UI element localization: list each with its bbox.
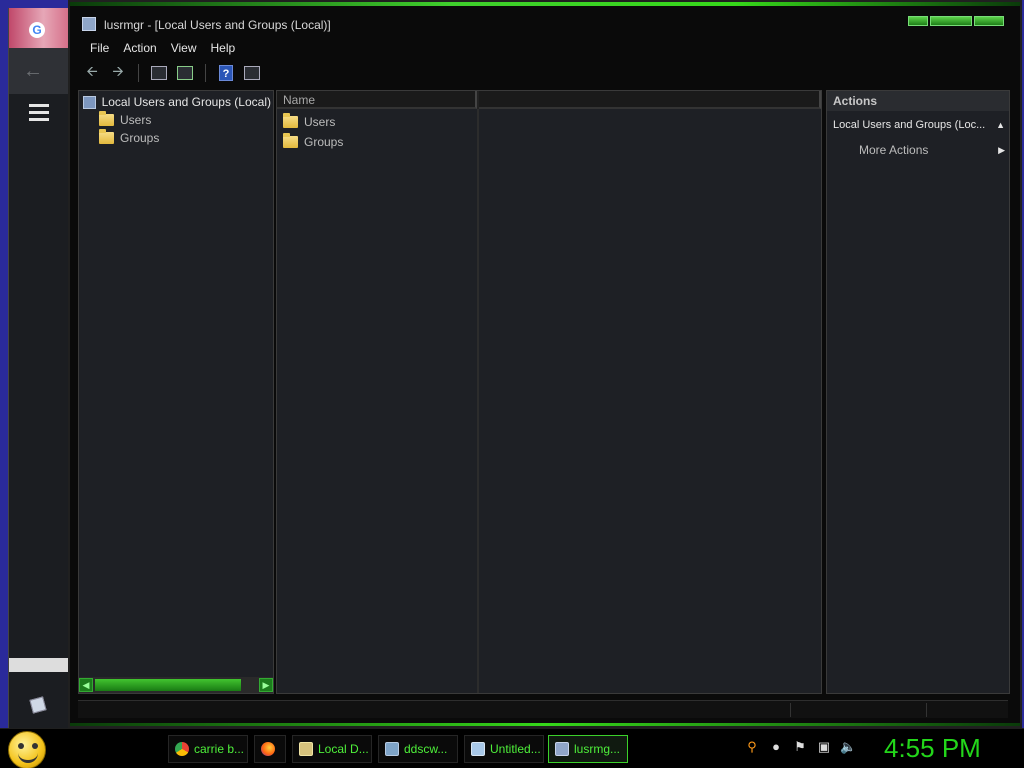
scroll-right-arrow-icon[interactable]: ▶ (259, 678, 273, 692)
taskbar-item-firefox[interactable] (254, 735, 286, 763)
search-icon[interactable]: ⚲ (744, 739, 760, 755)
computer-icon (83, 95, 96, 109)
google-icon: G (29, 22, 45, 38)
folder-icon (283, 113, 298, 128)
network-icon[interactable]: ▣ (816, 739, 832, 755)
tree-root-node[interactable]: Local Users and Groups (Local) (83, 95, 271, 109)
show-hide-console-tree-icon[interactable] (149, 63, 169, 83)
status-segment (926, 703, 1008, 717)
actions-pane: Actions Local Users and Groups (Loc... ▲… (826, 90, 1010, 694)
toolbar-separator (138, 64, 139, 82)
smiley-icon[interactable] (8, 731, 46, 768)
column-divider (477, 109, 479, 693)
taskbar: carrie b... Local D... ddscw... Untitled… (0, 728, 1024, 768)
list-item-groups[interactable]: Groups (283, 133, 344, 149)
more-actions-label: More Actions (859, 143, 929, 157)
computer-management-icon (82, 17, 96, 31)
taskbar-item-ddscw[interactable]: ddscw... (378, 735, 458, 763)
back-arrow-icon[interactable]: ← (23, 60, 43, 83)
document-icon (29, 696, 47, 714)
system-tray: ⚲ ● ⚑ ▣ 🔈 (744, 739, 856, 755)
scroll-left-arrow-icon[interactable]: ◀ (79, 678, 93, 692)
flag-icon[interactable]: ⚑ (792, 739, 808, 755)
submenu-arrow-icon: ▶ (998, 144, 1005, 155)
scrollbar-thumb[interactable] (95, 679, 241, 691)
volume-icon[interactable]: 🔈 (840, 739, 856, 755)
forward-arrow-icon[interactable]: 🡪 (108, 63, 128, 83)
collapse-up-arrow-icon[interactable]: ▲ (996, 120, 1005, 130)
window-icon (385, 742, 399, 756)
window-title: lusrmgr - [Local Users and Groups (Local… (104, 18, 331, 32)
window-controls (908, 16, 1004, 26)
menu-file[interactable]: File (86, 41, 113, 55)
tree-item-users[interactable]: Users (99, 111, 152, 127)
taskbar-item-chrome[interactable]: carrie b... (168, 735, 248, 763)
maximize-button[interactable] (930, 16, 972, 26)
folder-icon (99, 111, 114, 126)
results-list-pane: Name Users Groups (276, 90, 822, 694)
notepad-icon (471, 742, 485, 756)
browser-horizontal-scrollbar[interactable] (9, 658, 71, 672)
computer-management-icon (555, 742, 569, 756)
status-bar (78, 700, 1008, 718)
menu-view[interactable]: View (167, 41, 201, 55)
hamburger-menu-icon[interactable] (29, 104, 49, 121)
taskbar-item-local-disk[interactable]: Local D... (292, 735, 372, 763)
toolbar: 🡨 🡪 ? (78, 60, 1008, 86)
actions-header: Actions (827, 91, 1009, 111)
minimize-button[interactable] (908, 16, 928, 26)
lusrmgr-window: lusrmgr - [Local Users and Groups (Local… (68, 0, 1022, 728)
firefox-icon (261, 742, 275, 756)
tree-item-groups[interactable]: Groups (99, 129, 160, 145)
more-actions-item[interactable]: More Actions ▶ (859, 143, 1005, 157)
help-icon[interactable]: ? (216, 63, 236, 83)
title-bar[interactable]: lusrmgr - [Local Users and Groups (Local… (70, 8, 1020, 36)
taskbar-item-label: ddscw... (404, 742, 448, 756)
column-header-name[interactable]: Name (277, 91, 477, 109)
taskbar-item-lusrmgr[interactable]: lusrmg... (548, 735, 628, 763)
folder-icon (283, 133, 298, 148)
actions-group-label: Local Users and Groups (Loc... (833, 119, 986, 131)
taskbar-item-label: carrie b... (194, 742, 245, 756)
taskbar-item-label: Untitled... (490, 742, 541, 756)
close-button[interactable] (974, 16, 1004, 26)
export-list-icon[interactable] (175, 63, 195, 83)
folder-icon (99, 129, 114, 144)
tree-root-label: Local Users and Groups (Local) (101, 95, 271, 109)
back-arrow-icon[interactable]: 🡨 (82, 63, 102, 83)
column-header-description[interactable] (479, 91, 821, 109)
toolbar-separator (205, 64, 206, 82)
taskbar-item-label: lusrmg... (574, 742, 621, 756)
actions-group-header[interactable]: Local Users and Groups (Loc... ▲ (833, 119, 1005, 131)
taskbar-item-untitled[interactable]: Untitled... (464, 735, 544, 763)
explorer-icon (299, 742, 313, 756)
taskbar-clock[interactable]: 4:55 PM (884, 733, 981, 764)
list-item-users[interactable]: Users (283, 113, 336, 129)
tree-horizontal-scrollbar[interactable]: ◀ ▶ (79, 677, 273, 693)
list-item-label: Groups (304, 135, 344, 149)
menu-action[interactable]: Action (119, 41, 160, 55)
console-tree-pane: Local Users and Groups (Local) Users Gro… (78, 90, 274, 694)
tree-item-label: Users (120, 113, 152, 127)
status-segment (790, 703, 924, 717)
taskbar-item-label: Local D... (318, 742, 369, 756)
tree-item-label: Groups (120, 131, 160, 145)
speech-icon[interactable]: ● (768, 739, 784, 755)
menu-bar: File Action View Help (78, 38, 1008, 58)
list-item-label: Users (304, 115, 336, 129)
show-hide-action-pane-icon[interactable] (242, 63, 262, 83)
list-header: Name (277, 91, 821, 109)
chrome-icon (175, 742, 189, 756)
menu-help[interactable]: Help (207, 41, 240, 55)
